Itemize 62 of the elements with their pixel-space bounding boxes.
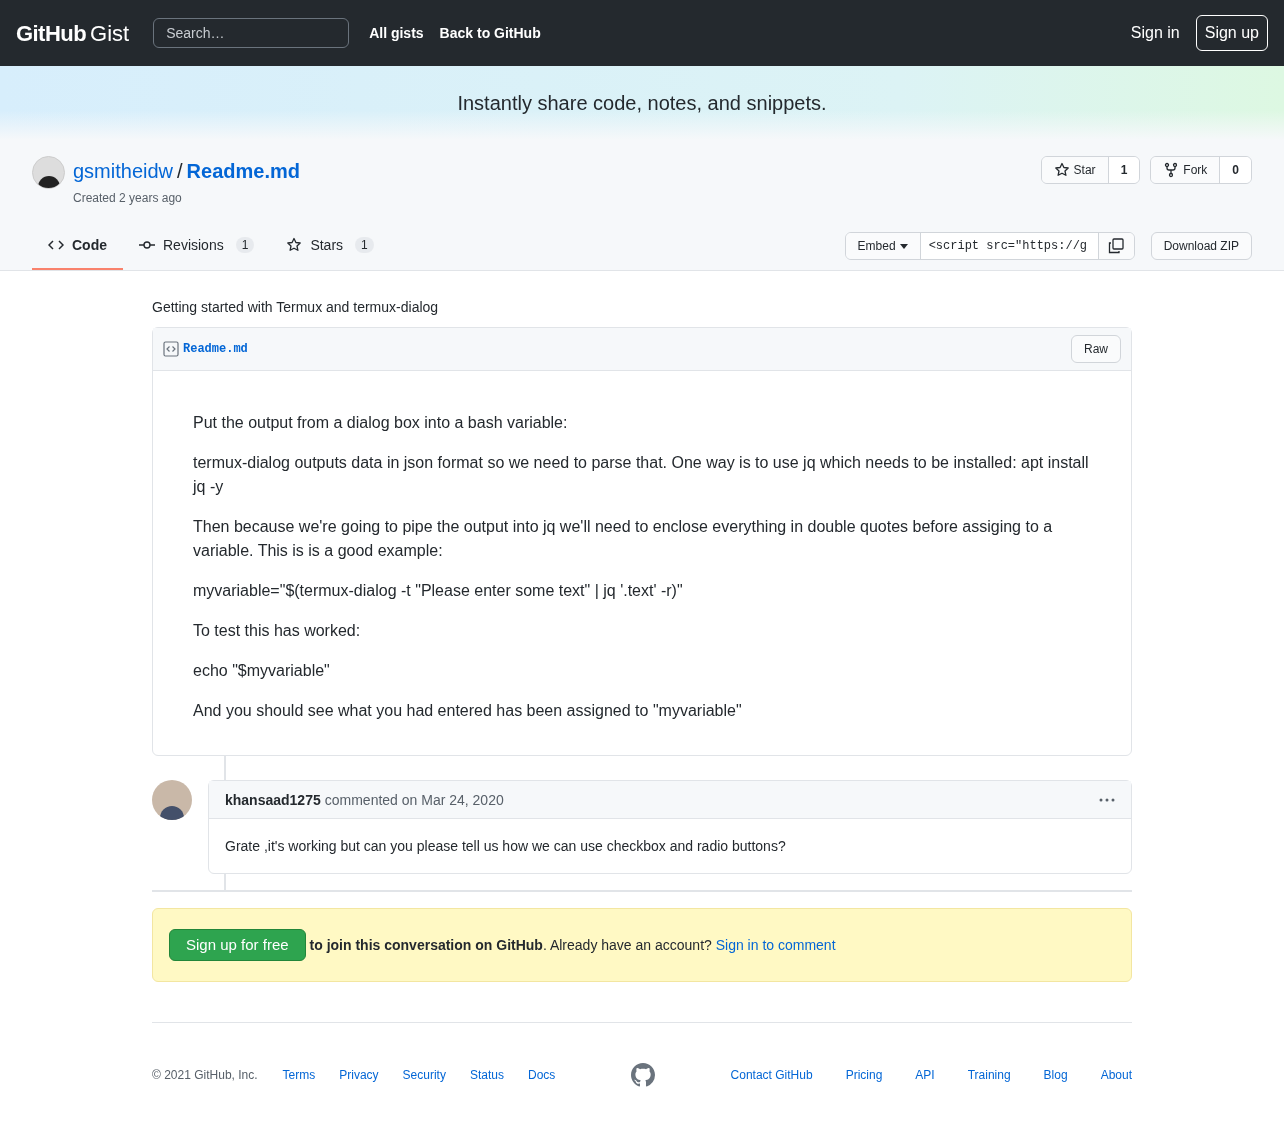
star-count[interactable]: 1: [1107, 157, 1140, 183]
comment-time: commented on Mar 24, 2020: [324, 790, 504, 810]
path-separator: /: [177, 159, 183, 184]
footer-link[interactable]: Docs: [527, 1067, 556, 1083]
embed-dropdown[interactable]: Embed: [845, 233, 921, 259]
footer-link[interactable]: Security: [402, 1067, 446, 1083]
tab[interactable]: Code: [32, 222, 123, 270]
star-button[interactable]: Star: [1041, 157, 1108, 183]
copy-icon: [1108, 238, 1125, 254]
comment-author-link[interactable]: khansaad1275: [225, 789, 321, 810]
count-badge: 1: [355, 237, 374, 253]
paragraph: myvariable="$(termux-dialog -t "Please enter some text" | jq '.text' -r)": [193, 581, 684, 601]
sign-up-button[interactable]: Sign up: [1195, 15, 1268, 51]
star-icon: [286, 237, 303, 253]
footer-link[interactable]: Training: [967, 1067, 1011, 1083]
paragraph: termux-dialog outputs data in json format so we need to parse that. One way is to use jq which needs to be installed: apt install jq -y: [193, 453, 1090, 497]
fork-count[interactable]: 0: [1219, 157, 1251, 183]
paragraph: To test this has worked:: [193, 621, 362, 641]
copyright: © 2021 GitHub, Inc.: [152, 1067, 258, 1083]
nav-link[interactable]: Back to GitHub: [439, 23, 541, 43]
gist-name-link[interactable]: Readme.md: [186, 156, 300, 186]
tab[interactable]: Stars 1: [270, 222, 390, 270]
footer-link[interactable]: Privacy: [339, 1067, 379, 1083]
sign-in-link[interactable]: Sign in to comment: [715, 937, 836, 953]
owner-link[interactable]: gsmitheidw: [73, 156, 174, 186]
paragraph: And you should see what you had entered has been assigned to "myvariable": [193, 701, 743, 721]
footer-link[interactable]: Blog: [1043, 1067, 1068, 1083]
created-time: Created 2 years ago: [73, 190, 183, 206]
nav-link[interactable]: All gists: [369, 23, 424, 43]
sign-in-link[interactable]: Sign in: [1130, 21, 1180, 45]
footer-link[interactable]: About: [1100, 1067, 1132, 1083]
paragraph: echo "$myvariable": [193, 661, 331, 681]
footer-link[interactable]: Contact GitHub: [730, 1067, 813, 1083]
paragraph: Put the output from a dialog box into a bash variable:: [193, 413, 569, 433]
logo[interactable]: Gist: [90, 16, 130, 50]
more-options-icon[interactable]: [1099, 797, 1115, 802]
caret-icon: [899, 243, 908, 249]
footer-link[interactable]: API: [915, 1067, 935, 1083]
paragraph: Then because we're going to pipe the output into jq we'll need to enclose everything in double quotes before assiging to a variable. This is is a good example:: [193, 517, 1054, 561]
code-file-icon: [163, 341, 179, 357]
raw-button[interactable]: Raw: [1071, 335, 1121, 363]
copy-button[interactable]: [1097, 233, 1134, 259]
fork-button[interactable]: Fork: [1151, 157, 1220, 183]
embed-code-field[interactable]: <script src="https://g: [920, 233, 1098, 259]
gist-description: Getting started with Termux and termux-dialog: [152, 298, 440, 317]
tagline: Instantly share code, notes, and snippets.: [457, 91, 827, 116]
footer-link[interactable]: Terms: [282, 1067, 316, 1083]
footer-link[interactable]: Status: [469, 1067, 504, 1083]
fork-icon: [1163, 162, 1180, 178]
download-zip-button[interactable]: Download ZIP: [1150, 232, 1252, 260]
logo[interactable]: GitHub: [16, 16, 86, 50]
star-icon: [1053, 162, 1070, 178]
comment-text: Grate ,it's working but can you please tell us how we can use checkbox and radio buttons?: [224, 837, 787, 856]
footer-link[interactable]: Pricing: [845, 1067, 883, 1083]
tab[interactable]: Revisions 1: [123, 222, 271, 270]
count-badge: 1: [235, 237, 255, 253]
file-name-link[interactable]: Readme.md: [183, 341, 248, 357]
commenter-avatar: [152, 780, 192, 820]
avatar: [32, 156, 65, 189]
github-logo-icon[interactable]: [630, 1063, 655, 1087]
search-field[interactable]: Search…: [153, 18, 350, 48]
join-text: to join this conversation on GitHub. Already have an account? Sign in to comment: [309, 936, 836, 955]
